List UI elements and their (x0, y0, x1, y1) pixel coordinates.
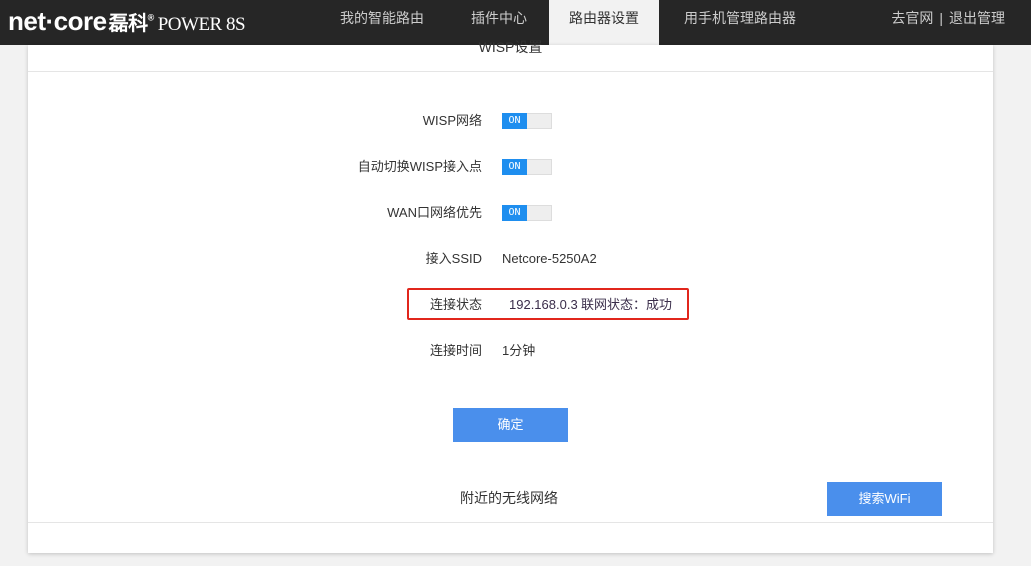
time-label: 连接时间 (429, 343, 482, 358)
auto-switch-label: 自动切换WISP接入点 (357, 159, 482, 174)
net-status: 联网状态：成功 (581, 297, 673, 312)
nearby-networks-heading: 附近的无线网络 (460, 490, 558, 506)
wisp-toggle[interactable]: ON (502, 113, 552, 129)
divider (28, 522, 993, 523)
official-site-link[interactable]: 去官网 (891, 10, 933, 26)
divider (28, 71, 993, 72)
auto-switch-toggle[interactable]: ON (502, 159, 552, 175)
wan-priority-label: WAN口网络优先 (387, 205, 482, 220)
ssid-label: 接入SSID (425, 251, 482, 266)
status-label: 连接状态 (429, 297, 482, 312)
logo: net·core 磊科® POWER 8S (8, 6, 246, 36)
wan-priority-toggle[interactable]: ON (502, 205, 552, 221)
status-ip: 192.168.0.3 (509, 297, 578, 312)
time-value: 1分钟 (502, 343, 536, 358)
logout-link[interactable]: 退出管理 (949, 10, 1005, 26)
page-title: WISP设置 (478, 39, 543, 55)
search-wifi-button[interactable]: 搜索WiFi (827, 482, 942, 516)
wisp-panel: WISP设置 WISP网络 ON 自动切换WISP接入点 ON WAN口网络优先 ON… (28, 39, 993, 553)
wisp-label: WISP网络 (422, 113, 482, 128)
confirm-button[interactable]: 确定 (453, 408, 568, 442)
ssid-value: Netcore-5250A2 (502, 251, 597, 266)
divider: | (939, 10, 943, 26)
